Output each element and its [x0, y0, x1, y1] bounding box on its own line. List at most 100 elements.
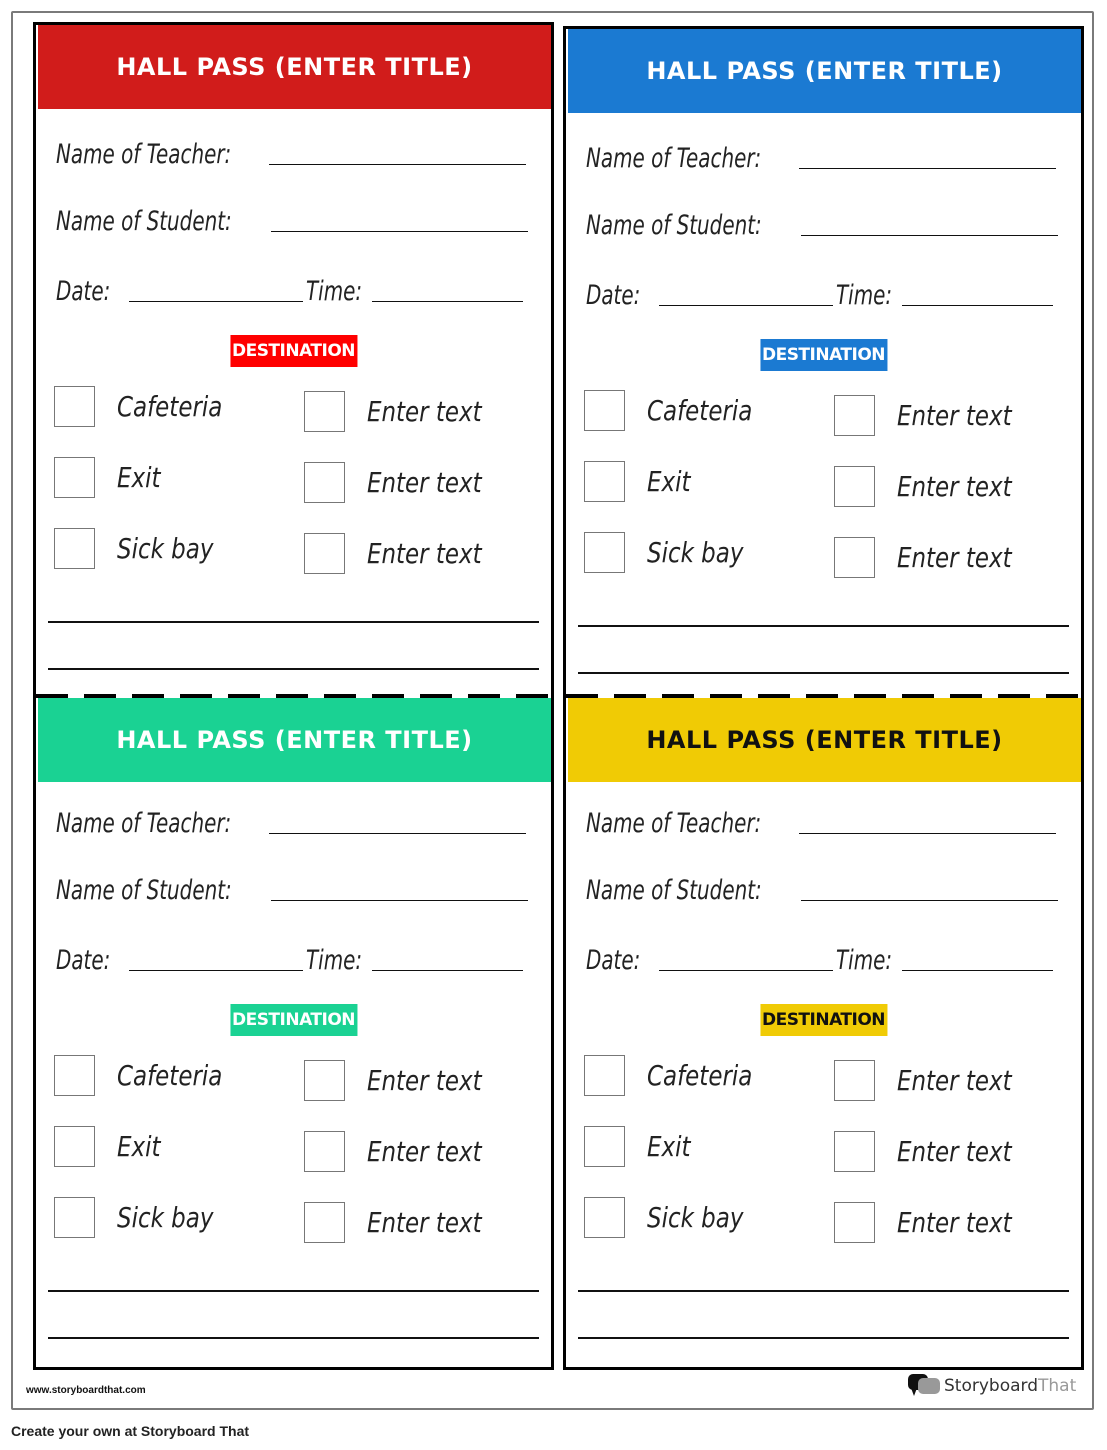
checkbox[interactable] [834, 395, 875, 436]
checkbox[interactable] [834, 1202, 875, 1243]
checkbox[interactable] [834, 466, 875, 507]
checkbox[interactable] [54, 1126, 95, 1167]
option-label[interactable]: Enter text [897, 1064, 1012, 1097]
time-field[interactable] [372, 301, 523, 302]
destination-option: Enter text [304, 533, 507, 574]
destination-option: Enter text [834, 1131, 1037, 1172]
date-time-row: Date: Time: [56, 945, 531, 976]
destination-option: Sick bay [54, 1197, 235, 1238]
pass-title[interactable]: HALL PASS (ENTER TITLE) [116, 53, 472, 81]
destination-label: DESTINATION [761, 345, 886, 365]
destination-label: DESTINATION [761, 1010, 886, 1030]
checkbox[interactable] [834, 1131, 875, 1172]
student-label: Name of Student: [586, 210, 762, 241]
checkbox[interactable] [54, 1055, 95, 1096]
notes-line[interactable] [578, 672, 1069, 674]
option-label: Exit [117, 1130, 161, 1163]
option-label[interactable]: Enter text [367, 395, 482, 428]
date-label: Date: [56, 276, 111, 307]
student-field[interactable] [271, 900, 528, 901]
time-field[interactable] [902, 970, 1053, 971]
checkbox[interactable] [584, 1197, 625, 1238]
option-label[interactable]: Enter text [897, 399, 1012, 432]
checkbox[interactable] [584, 461, 625, 502]
student-row: Name of Student: [586, 210, 1061, 241]
pass-title[interactable]: HALL PASS (ENTER TITLE) [116, 726, 472, 754]
notes-line[interactable] [578, 1337, 1069, 1339]
create-your-own-link[interactable]: Create your own at Storyboard That [11, 1423, 249, 1439]
pass-title[interactable]: HALL PASS (ENTER TITLE) [646, 57, 1002, 85]
checkbox[interactable] [584, 1126, 625, 1167]
checkbox[interactable] [834, 537, 875, 578]
checkbox[interactable] [304, 1131, 345, 1172]
checkbox[interactable] [304, 462, 345, 503]
student-field[interactable] [801, 235, 1058, 236]
date-field[interactable] [129, 970, 303, 971]
notes-line[interactable] [48, 1290, 539, 1292]
destination-option: Enter text [834, 466, 1037, 507]
destination-option: Exit [584, 1126, 700, 1167]
student-row: Name of Student: [56, 875, 531, 906]
footer-url[interactable]: www.storyboardthat.com [26, 1385, 146, 1396]
notes-line[interactable] [48, 668, 539, 670]
notes-line[interactable] [578, 1290, 1069, 1292]
destination-badge: DESTINATION [759, 339, 888, 371]
teacher-row: Name of Teacher: [56, 808, 531, 839]
checkbox[interactable] [54, 1197, 95, 1238]
destination-option: Enter text [834, 537, 1037, 578]
option-label[interactable]: Enter text [367, 537, 482, 570]
option-label[interactable]: Enter text [367, 1064, 482, 1097]
destination-option: Enter text [304, 462, 507, 503]
destination-option: Enter text [834, 1202, 1037, 1243]
student-label: Name of Student: [56, 206, 232, 237]
teacher-field[interactable] [799, 833, 1056, 834]
brand-name-dark: Storyboard [944, 1376, 1038, 1396]
checkbox[interactable] [304, 1060, 345, 1101]
option-label[interactable]: Enter text [367, 1206, 482, 1239]
teacher-field[interactable] [269, 833, 526, 834]
option-label[interactable]: Enter text [367, 1135, 482, 1168]
option-label[interactable]: Enter text [897, 470, 1012, 503]
student-field[interactable] [801, 900, 1058, 901]
checkbox[interactable] [584, 532, 625, 573]
time-field[interactable] [372, 970, 523, 971]
date-field[interactable] [659, 970, 833, 971]
checkbox[interactable] [54, 528, 95, 569]
destination-option: Sick bay [54, 528, 235, 569]
teacher-field[interactable] [799, 168, 1056, 169]
checkbox[interactable] [304, 391, 345, 432]
student-label: Name of Student: [586, 875, 762, 906]
brand-name-light: That [1038, 1376, 1077, 1396]
teacher-field[interactable] [269, 164, 526, 165]
checkbox[interactable] [304, 533, 345, 574]
checkbox[interactable] [54, 457, 95, 498]
destination-label: DESTINATION [231, 341, 356, 361]
destination-option: Enter text [304, 1060, 507, 1101]
notes-line[interactable] [48, 621, 539, 623]
pass-title[interactable]: HALL PASS (ENTER TITLE) [646, 726, 1002, 754]
notes-line[interactable] [48, 1337, 539, 1339]
option-label[interactable]: Enter text [897, 1135, 1012, 1168]
date-label: Date: [586, 280, 641, 311]
option-label[interactable]: Enter text [367, 466, 482, 499]
student-row: Name of Student: [586, 875, 1061, 906]
time-field[interactable] [902, 305, 1053, 306]
checkbox[interactable] [584, 390, 625, 431]
student-field[interactable] [271, 231, 528, 232]
checkbox[interactable] [304, 1202, 345, 1243]
checkbox[interactable] [54, 386, 95, 427]
date-field[interactable] [659, 305, 833, 306]
option-label: Exit [647, 1130, 691, 1163]
checkbox[interactable] [834, 1060, 875, 1101]
option-label[interactable]: Enter text [897, 1206, 1012, 1239]
teacher-label: Name of Teacher: [586, 808, 762, 839]
time-label: Time: [836, 945, 893, 976]
notes-line[interactable] [578, 625, 1069, 627]
option-label: Cafeteria [647, 1059, 753, 1092]
destination-option: Enter text [834, 395, 1037, 436]
option-label[interactable]: Enter text [897, 541, 1012, 574]
storyboardthat-logo[interactable]: StoryboardThat [908, 1374, 1076, 1398]
destination-option: Enter text [304, 1131, 507, 1172]
date-field[interactable] [129, 301, 303, 302]
checkbox[interactable] [584, 1055, 625, 1096]
